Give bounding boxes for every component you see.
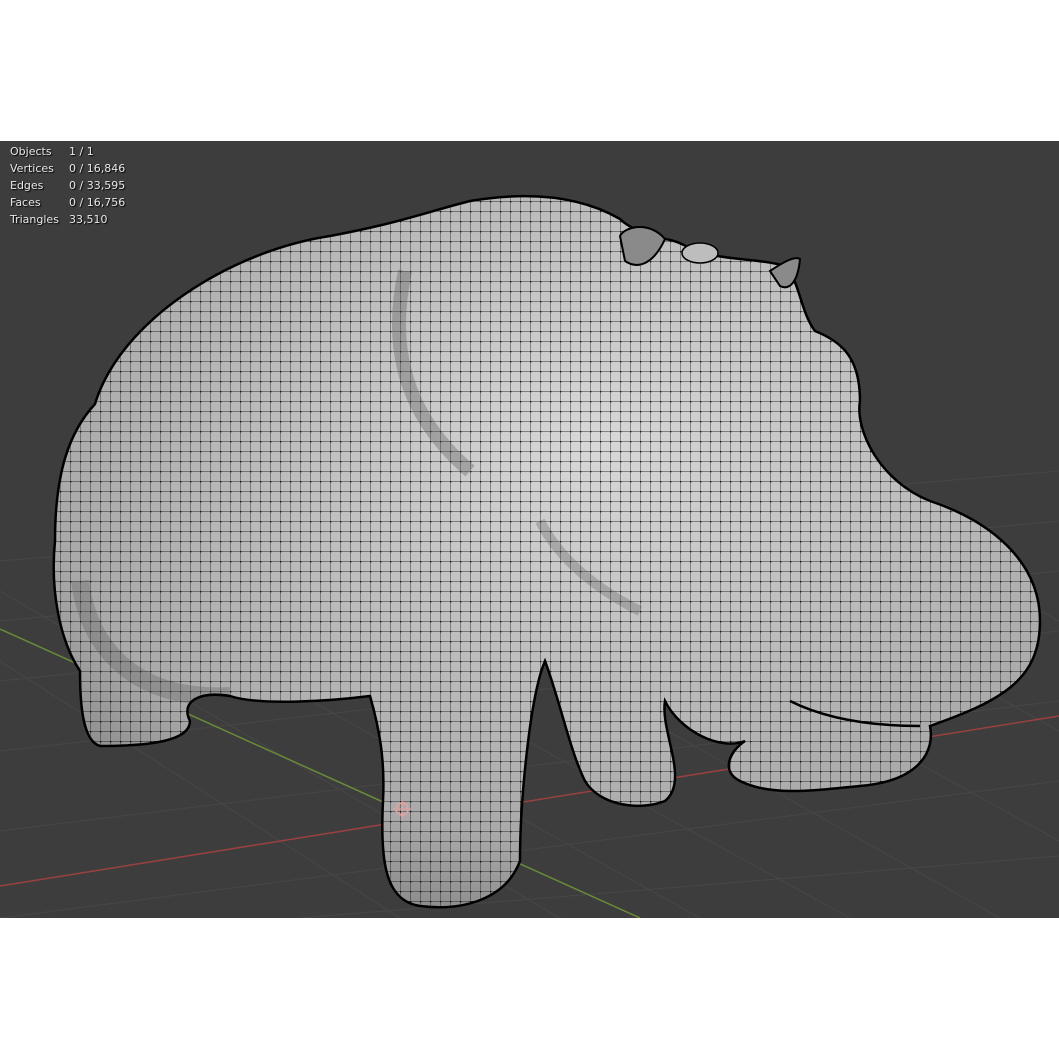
stat-triangles: Triangles 33,510 [10, 211, 125, 228]
stat-label: Objects [10, 145, 52, 158]
stat-objects: Objects 1 / 1 [10, 143, 125, 160]
stat-label: Triangles [10, 213, 59, 226]
stat-value: 33,510 [69, 213, 108, 226]
stat-label: Faces [10, 196, 41, 209]
viewport-scene[interactable] [0, 141, 1059, 918]
stat-label: Vertices [10, 162, 54, 175]
stat-value: 1 / 1 [69, 145, 94, 158]
stat-value: 0 / 33,595 [69, 179, 126, 192]
stat-value: 0 / 16,756 [69, 196, 126, 209]
3d-viewport[interactable]: Objects 1 / 1 Vertices 0 / 16,846 Edges … [0, 141, 1059, 918]
stat-vertices: Vertices 0 / 16,846 [10, 160, 125, 177]
stat-value: 0 / 16,846 [69, 162, 126, 175]
stat-faces: Faces 0 / 16,756 [10, 194, 125, 211]
eye-bump [681, 242, 719, 264]
stat-label: Edges [10, 179, 44, 192]
scene-statistics-overlay: Objects 1 / 1 Vertices 0 / 16,846 Edges … [10, 143, 125, 228]
stat-edges: Edges 0 / 33,595 [10, 177, 125, 194]
